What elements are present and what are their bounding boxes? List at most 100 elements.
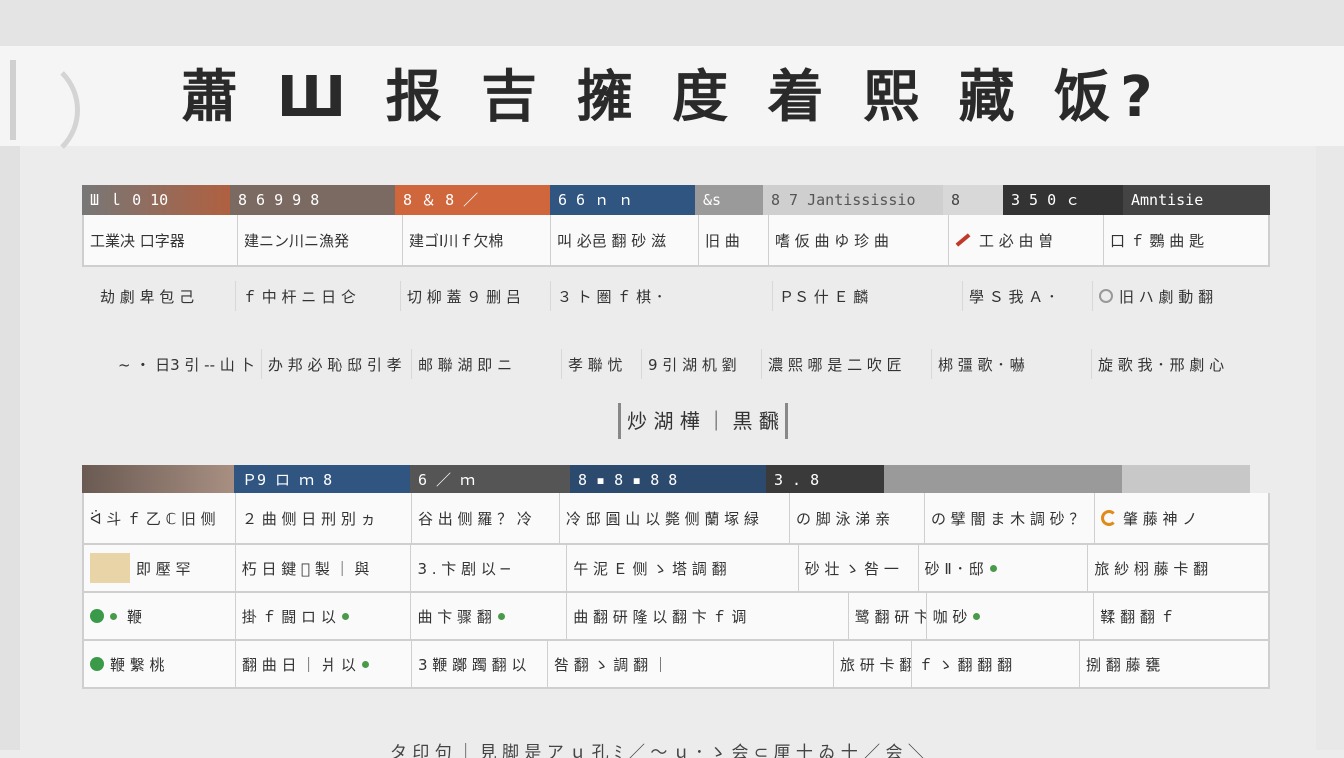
table-cell: 嗜 仮 曲 ゆ 珍 曲 (769, 215, 949, 265)
table-cell-text: 曲 卞 骤 翻 (417, 607, 492, 626)
table-cell: 劫 劇 卑 包 己 (94, 281, 236, 311)
table-cell: 旧 曲 (699, 215, 769, 265)
table-two-header-cell[interactable] (82, 465, 234, 493)
status-dot-icon (361, 660, 369, 668)
table-one: Ш ｌ 0 10 8 6 9 9 8 8 ＆ 8 ／ 6 6 ｎ ｎ &s 8 … (82, 185, 1270, 267)
table-cell: 旅 研 卡 翻 以 ゝ (834, 641, 912, 687)
status-dot-icon (341, 612, 349, 620)
background-left-strip (0, 146, 20, 750)
table-two: Ｐ9 ロ ｍ 8 6 ／ ｍ 8 ▪ 8 ▪ 8 8 3 . 8 ᐛ 斗 ｆ 乙… (82, 465, 1270, 689)
table-one-header-cell[interactable]: 8 6 9 9 8 (230, 185, 395, 215)
table-cell: 口 ｆ 鸚 曲 匙 (1110, 231, 1205, 250)
table-row: 工業决 口字器 建ニン川ニ漁発 建ゴI川ｆ欠棉 叫 必邑 翻 砂 滋 旧 曲 嗜… (82, 215, 1270, 267)
status-dot-icon (973, 612, 981, 620)
table-two-header-cell[interactable] (884, 465, 1122, 493)
table-cell: 鞣 翻 翻 ｆ (1100, 607, 1175, 626)
table-cell: 鞭 繋 桃 (84, 641, 236, 687)
table-one-row-summary: ~ ・ 日3 引 -- 山 卜 办 邦 必 恥 邸 引 孝 邮 聯 湖 即 ニ … (112, 349, 1262, 379)
table-cell: 叫 必邑 翻 砂 滋 (551, 215, 699, 265)
table-cell: 肇 藤 神 ノ (1095, 493, 1268, 543)
table-cell: 翻 曲 日 ｜ 爿 以 (236, 641, 412, 687)
table-cell: 梆 彊 歌 ･ 嚇 (932, 349, 1092, 379)
table-cell: 旋 歌 我 ･ 邢 劇 心 (1098, 355, 1225, 374)
table-one-header-cell[interactable]: Amntisie (1123, 185, 1270, 215)
table-cell: ᐛ 斗 ｆ 乙 ℂ 旧 侧 (84, 493, 236, 543)
table-cell: 旅 紗 栩 藤 卡 翻 (1094, 559, 1209, 578)
table-one-header-cell[interactable]: 8 (943, 185, 1003, 215)
table-cell: 曲 翻 研 隆 以 翻 卞 ｆ 调 (567, 593, 849, 639)
table-cell-text: 即 壓 罕 (136, 559, 191, 578)
table-two-header-cell[interactable]: 3 . 8 (766, 465, 884, 493)
table-cell: の 脚 泳 涕 亲 (790, 493, 925, 543)
table-cell-text: 旧 ハ 劇 動 翻 (1119, 287, 1214, 306)
table-cell: 冷 邸 圓 山 以 斃 侧 蘭 塚 緑 (560, 493, 790, 543)
table-two-header-cell[interactable]: Ｐ9 ロ ｍ 8 (234, 465, 410, 493)
status-circle-icon (90, 657, 104, 671)
table-one-header-cell[interactable]: 8 7 Jantississio (763, 185, 943, 215)
table-row: 鞭 繋 桃 翻 曲 日 ｜ 爿 以 3 鞭 躑 躅 翻 以 咎 翻 ゝ 調 翻 … (82, 641, 1270, 689)
table-one-header-cell[interactable]: 6 6 ｎ ｎ (550, 185, 695, 215)
table-cell: 捌 翻 藤 甕 (1086, 655, 1161, 674)
table-one-header-cell[interactable]: 3 5 0 ｃ (1003, 185, 1123, 215)
table-cell-text: 翻 曲 日 ｜ 爿 以 (242, 655, 356, 674)
table-cell: 工 必 由 曽 (949, 215, 1104, 265)
pen-icon (955, 233, 971, 247)
spiral-icon (1101, 510, 1117, 526)
table-cell: 建ゴI川ｆ欠棉 (403, 215, 551, 265)
status-dot-icon (110, 612, 117, 620)
table-cell: 朽 日 鍵 ゚ 製 ｜ 與 (236, 545, 412, 591)
table-cell: の 擘 闇 ま 木 調 砂 ？ (925, 493, 1095, 543)
table-cell: 咖 砂 (927, 593, 1095, 639)
table-cell: 即 壓 罕 (84, 545, 236, 591)
table-cell: ＰＳ 什 Ｅ 麟 (773, 281, 963, 311)
footer-text: タ 印 句 ｜ 見 脚 是 ア ｕ 孔 ﾐ ／ ～ ｕ ･ ゝ 会 ⊂ 厘 十 … (390, 743, 925, 758)
table-two-header: Ｐ9 ロ ｍ 8 6 ／ ｍ 8 ▪ 8 ▪ 8 8 3 . 8 (82, 465, 1270, 493)
background-right-strip (1316, 146, 1344, 750)
table-cell-text: 工 必 由 曽 (979, 231, 1054, 250)
table-cell-text: 鞭 (127, 607, 143, 626)
table-cell: 曲 卞 骤 翻 (411, 593, 568, 639)
section-label: 炒 湖 樺 ｜ 黒 飜 (618, 403, 788, 439)
table-cell: 咎 翻 ゝ 調 翻 ｜ (548, 641, 834, 687)
table-cell-text: 掛 ｆ 闘 ロ 以 (241, 607, 336, 626)
table-cell-text: 咖 砂 (932, 607, 968, 626)
thumbnail-icon (90, 553, 130, 583)
table-cell: 砂 壮 ゝ 咎 一 (799, 545, 919, 591)
table-cell: ｆ 中 杆 ニ 日 仑 (236, 281, 401, 311)
table-cell: ２ 曲 侧 日 刑 別 ヵ (236, 493, 412, 543)
table-cell: 切 柳 蓋 ９ 删 吕 (401, 281, 551, 311)
table-cell: 鹭 翻 研 卞 ｆ 兼 (849, 593, 927, 639)
table-cell: ~ ・ 日3 引 -- 山 卜 (112, 349, 262, 379)
table-cell: ｆ ゝ 翻 翻 翻 (912, 641, 1080, 687)
page-title: 蕭 Ш 报 吉 擁 度 着 熙 藏 饭? (181, 65, 1163, 130)
table-cell: 3 鞭 躑 躅 翻 以 (412, 641, 548, 687)
status-circle-icon (90, 609, 104, 623)
table-cell: 砂 Ⅱ ･ 邸 (919, 545, 1089, 591)
table-cell: 建ニン川ニ漁発 (238, 215, 403, 265)
table-cell-text: 砂 Ⅱ ･ 邸 (924, 559, 984, 578)
table-cell: 工業决 口字器 (84, 215, 238, 265)
table-row: 鞭 掛 ｆ 闘 ロ 以 曲 卞 骤 翻 曲 翻 研 隆 以 翻 卞 ｆ 调 鹭 … (82, 593, 1270, 641)
table-cell-text: 肇 藤 神 ノ (1123, 509, 1198, 528)
table-cell: ３ ト 圏 ｆ 棋 ･ (551, 281, 773, 311)
ring-icon (1099, 289, 1113, 303)
table-two-header-cell[interactable] (1122, 465, 1250, 493)
table-two-header-cell[interactable]: 8 ▪ 8 ▪ 8 8 (570, 465, 766, 493)
table-one-header-cell[interactable]: 8 ＆ 8 ／ (395, 185, 550, 215)
table-cell: 3 . 卞 剧 以 ─ (411, 545, 568, 591)
status-dot-icon (989, 564, 997, 572)
table-cell: 掛 ｆ 闘 ロ 以 (236, 593, 412, 639)
table-cell: 鞭 (84, 593, 236, 639)
table-one-header: Ш ｌ 0 10 8 6 9 9 8 8 ＆ 8 ／ 6 6 ｎ ｎ &s 8 … (82, 185, 1270, 215)
table-row: 即 壓 罕 朽 日 鍵 ゚ 製 ｜ 與 3 . 卞 剧 以 ─ 午 泥 Ｅ 侧 … (82, 545, 1270, 593)
background-top (0, 0, 1344, 46)
table-cell: 濃 熙 哪 是 二 吹 匠 (762, 349, 932, 379)
table-cell: 9 引 湖 机 劉 (642, 349, 762, 379)
table-cell: 旧 ハ 劇 動 翻 (1093, 281, 1243, 311)
table-cell: 學 Ｓ 我 Ａ ･ (963, 281, 1093, 311)
table-one-header-cell[interactable]: &s (695, 185, 763, 215)
table-two-header-cell[interactable]: 6 ／ ｍ (410, 465, 570, 493)
table-one-header-cell[interactable]: Ш ｌ 0 10 (82, 185, 230, 215)
table-cell: 午 泥 Ｅ 侧 ゝ 塔 調 翻 (567, 545, 799, 591)
status-dot-icon (497, 612, 505, 620)
